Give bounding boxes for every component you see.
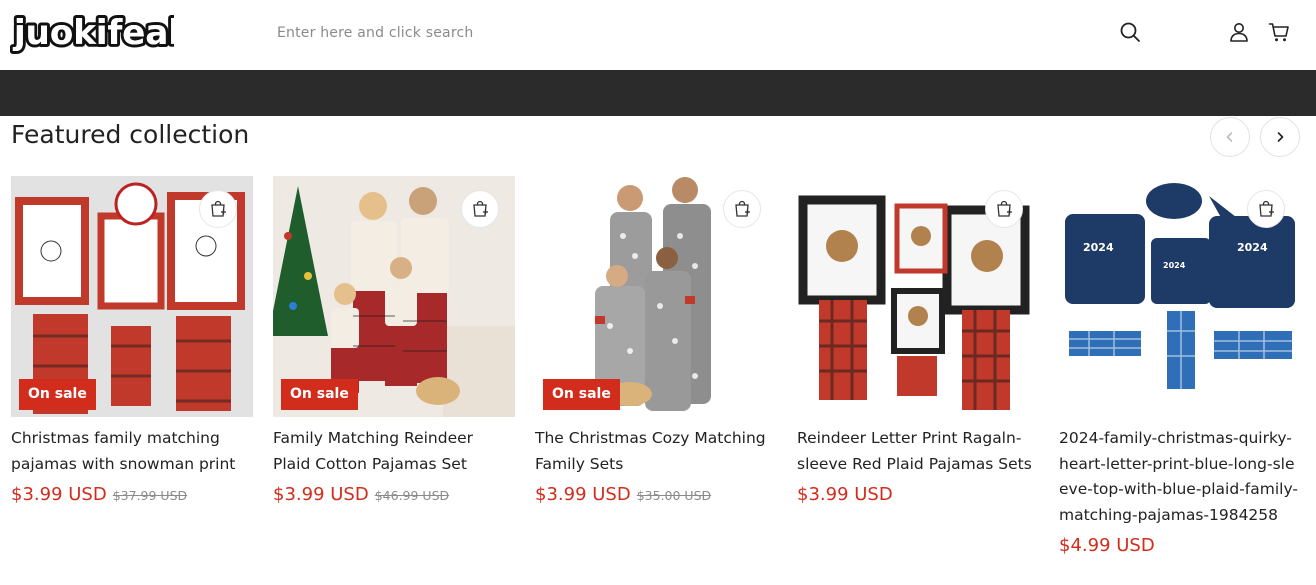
compare-price: $35.00 USD	[636, 488, 712, 503]
chevron-right-icon	[1277, 132, 1284, 142]
bag-plus-icon	[473, 200, 488, 217]
product-title[interactable]: Christmas family matching pajamas with s…	[11, 426, 253, 477]
sale-price: $4.99 USD	[1059, 535, 1155, 556]
product-image[interactable]: On sale	[273, 176, 515, 417]
product-title[interactable]: 2024-family-christmas-quirky-heart-lette…	[1059, 426, 1301, 528]
sale-badge: On sale	[543, 379, 620, 410]
svg-text:juokifeal: juokifeal	[12, 13, 174, 53]
compare-price: $46.99 USD	[374, 488, 450, 503]
quick-add-button[interactable]	[1247, 190, 1285, 228]
product-card[interactable]: 2024 2024 2024 2024-family-christmas-qui…	[1059, 176, 1301, 556]
bag-plus-icon	[997, 200, 1012, 217]
brand-logo[interactable]: juokifeal juokifeal	[10, 6, 174, 58]
cart-icon[interactable]	[1268, 21, 1290, 43]
sale-badge: On sale	[281, 379, 358, 410]
price-row: $4.99 USD	[1059, 535, 1301, 556]
carousel-prev-button[interactable]	[1210, 117, 1250, 157]
search-icon[interactable]	[1118, 20, 1142, 44]
sale-price: $3.99 USD	[535, 484, 631, 505]
site-header: juokifeal juokifeal Enter here and click…	[0, 0, 1316, 70]
product-image[interactable]	[797, 176, 1039, 417]
quick-add-button[interactable]	[199, 190, 237, 228]
sale-price: $3.99 USD	[797, 484, 893, 505]
svg-text:2024: 2024	[1163, 261, 1186, 270]
quick-add-button[interactable]	[985, 190, 1023, 228]
product-image[interactable]: On sale	[11, 176, 253, 417]
product-card[interactable]: On sale The Christmas Cozy Matching Fami…	[535, 176, 777, 505]
sale-price: $3.99 USD	[273, 484, 369, 505]
product-image[interactable]: 2024 2024 2024	[1059, 176, 1301, 417]
product-card[interactable]: On sale Christmas family matching pajama…	[11, 176, 253, 505]
price-row: $3.99 USD $46.99 USD	[273, 484, 515, 505]
svg-text:2024: 2024	[1083, 241, 1114, 254]
product-card[interactable]: On sale Family Matching Reindeer Plaid C…	[273, 176, 515, 505]
price-row: $3.99 USD	[797, 484, 1039, 505]
product-image[interactable]: On sale	[535, 176, 777, 417]
carousel-next-button[interactable]	[1260, 117, 1300, 157]
sale-badge: On sale	[19, 379, 96, 410]
logo-graphic: juokifeal juokifeal	[10, 10, 174, 56]
product-title[interactable]: The Christmas Cozy Matching Family Sets	[535, 426, 777, 477]
price-row: $3.99 USD $35.00 USD	[535, 484, 777, 505]
user-icon[interactable]	[1228, 21, 1250, 43]
section-title: Featured collection	[11, 120, 250, 149]
svg-text:2024: 2024	[1237, 241, 1268, 254]
chevron-left-icon	[1226, 132, 1233, 142]
bag-plus-icon	[211, 200, 226, 217]
sale-price: $3.99 USD	[11, 484, 107, 505]
bag-plus-icon	[735, 200, 750, 217]
price-row: $3.99 USD $37.99 USD	[11, 484, 253, 505]
product-title[interactable]: Reindeer Letter Print Ragaln-sleeve Red …	[797, 426, 1039, 477]
product-title[interactable]: Family Matching Reindeer Plaid Cotton Pa…	[273, 426, 515, 477]
bag-plus-icon	[1259, 200, 1274, 217]
announcement-bar	[0, 70, 1316, 116]
quick-add-button[interactable]	[461, 190, 499, 228]
compare-price: $37.99 USD	[112, 488, 188, 503]
search-input[interactable]: Enter here and click search	[277, 25, 473, 41]
quick-add-button[interactable]	[723, 190, 761, 228]
product-card[interactable]: Reindeer Letter Print Ragaln-sleeve Red …	[797, 176, 1039, 505]
